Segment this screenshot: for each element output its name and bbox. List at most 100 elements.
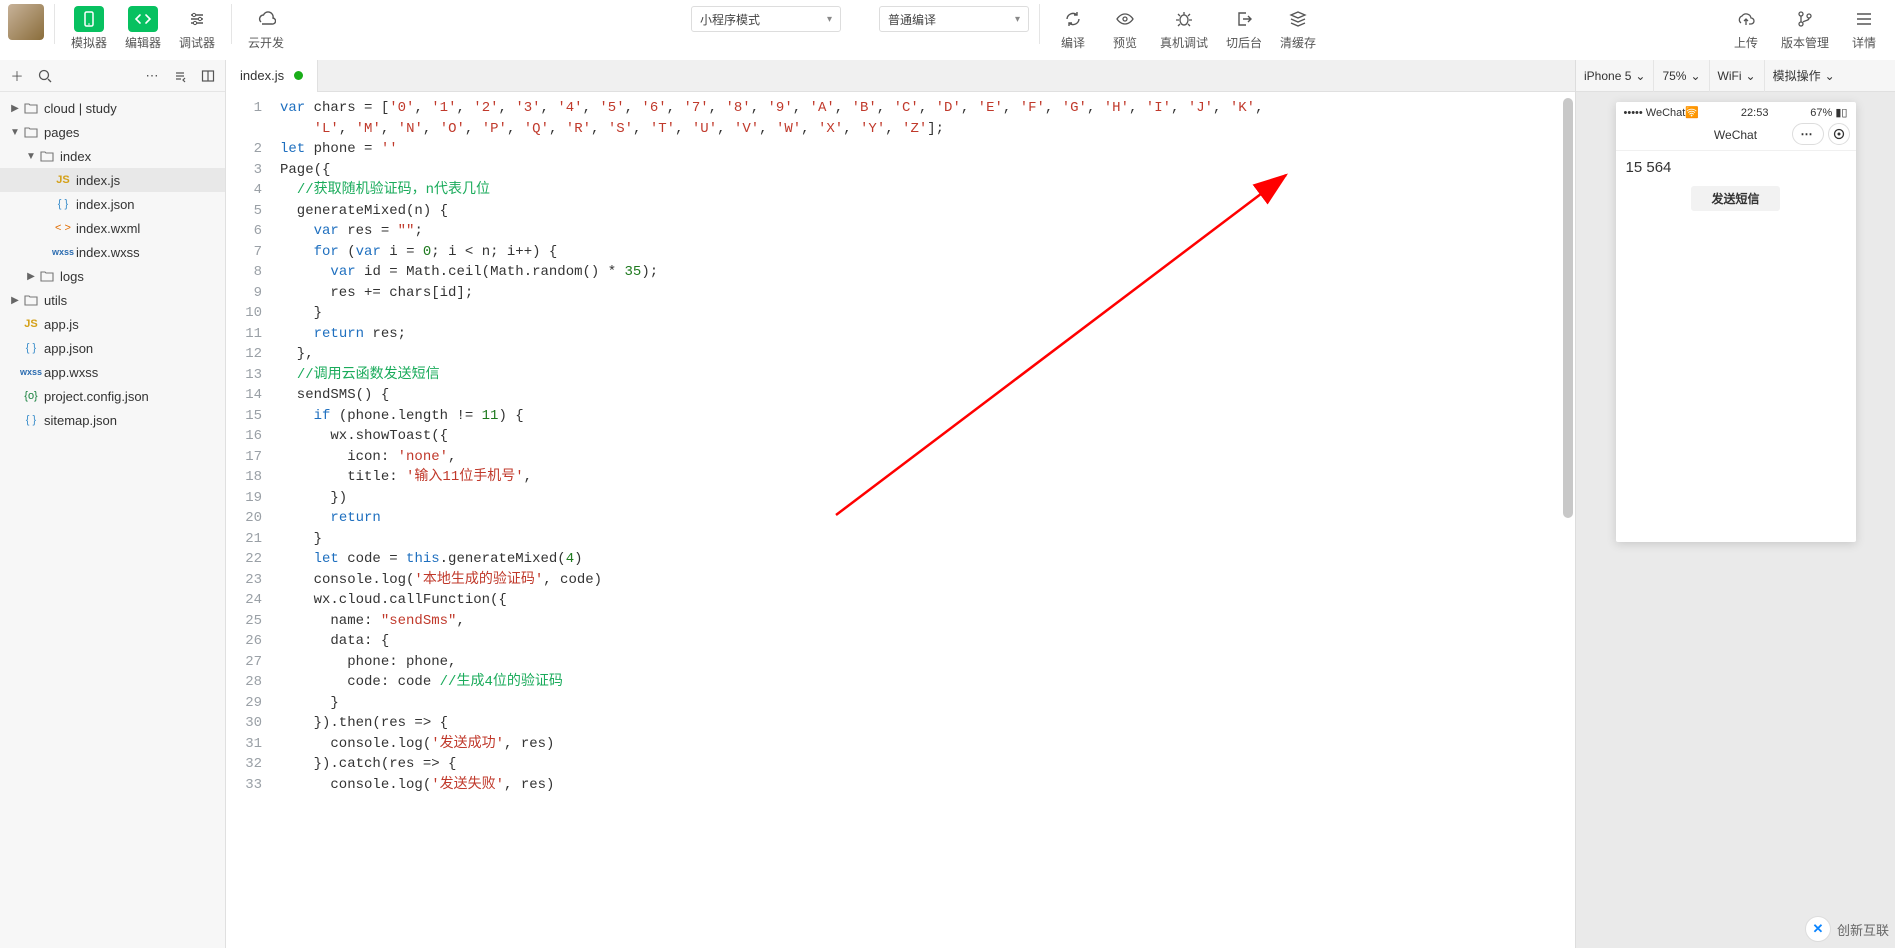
file-row[interactable]: JSapp.js xyxy=(0,312,225,336)
tree-label: app.json xyxy=(44,341,93,356)
device-select[interactable]: iPhone 5⌄ xyxy=(1576,60,1654,92)
folder-row[interactable]: ▶ utils xyxy=(0,288,225,312)
compile-button[interactable]: 编译 xyxy=(1050,4,1096,53)
phone-frame-wrap: ••••• WeChat🛜 22:53 67% ▮▯ WeChat ⋯ 15 5… xyxy=(1576,92,1895,948)
file-row[interactable]: < >index.wxml xyxy=(0,216,225,240)
file-tree[interactable]: ▶cloud | study▼pages▼indexJSindex.js{ }i… xyxy=(0,92,225,948)
refresh-icon xyxy=(1058,6,1088,32)
chevron-down-icon: ⌄ xyxy=(1635,69,1645,83)
chevron-down-icon: ⌄ xyxy=(1690,69,1700,83)
chevron-down-icon: ⌄ xyxy=(1746,69,1756,83)
simulator-pane: iPhone 5⌄ 75%⌄ WiFi⌄ 模拟操作⌄ ••••• WeChat🛜… xyxy=(1575,60,1895,948)
zoom-select[interactable]: 75%⌄ xyxy=(1654,60,1709,92)
code-source[interactable]: var chars = ['0', '1', '2', '3', '4', '5… xyxy=(272,92,1263,948)
file-row[interactable]: wxssapp.wxss xyxy=(0,360,225,384)
phone-page-body: 15 564 发送短信 xyxy=(1616,151,1856,219)
debugger-toggle-button[interactable]: 调试器 xyxy=(173,4,221,53)
twist-icon: ▼ xyxy=(24,151,38,162)
code-icon xyxy=(128,6,158,32)
cloud-upload-icon xyxy=(1731,6,1761,32)
tree-label: logs xyxy=(60,269,84,284)
chevron-down-icon: ⌄ xyxy=(1825,69,1835,83)
preview-button[interactable]: 预览 xyxy=(1102,4,1148,53)
watermark: ✕ 创新互联 xyxy=(1805,916,1889,942)
details-button[interactable]: 详情 xyxy=(1841,4,1887,53)
send-sms-button[interactable]: 发送短信 xyxy=(1691,186,1779,211)
version-button[interactable]: 版本管理 xyxy=(1775,4,1835,53)
file-row[interactable]: { }sitemap.json xyxy=(0,408,225,432)
tab-index-js[interactable]: index.js xyxy=(226,60,318,92)
more-icon[interactable]: ⋯ xyxy=(141,65,163,87)
wifi-icon: 🛜 xyxy=(1685,107,1699,119)
twist-icon: ▼ xyxy=(8,127,22,138)
collapse-icon[interactable] xyxy=(169,65,191,87)
folder-row[interactable]: ▶ logs xyxy=(0,264,225,288)
cloud-dev-button[interactable]: 云开发 xyxy=(242,4,290,53)
eye-icon xyxy=(1110,6,1140,32)
phone-nav-header: WeChat ⋯ xyxy=(1616,119,1856,151)
folder-icon xyxy=(38,150,56,162)
chevron-down-icon: ▾ xyxy=(827,14,832,25)
simulator-toggle-button[interactable]: 模拟器 xyxy=(65,4,113,53)
capsule-close-button[interactable] xyxy=(1828,123,1850,145)
compile-select[interactable]: 普通编译▾ xyxy=(879,6,1029,32)
branch-icon xyxy=(1790,6,1820,32)
tree-label: index.json xyxy=(76,197,135,212)
clear-cache-button[interactable]: 清缓存 xyxy=(1274,4,1322,53)
watermark-logo-icon: ✕ xyxy=(1805,916,1831,942)
file-row[interactable]: JSindex.js xyxy=(0,168,225,192)
modified-dot-icon xyxy=(294,71,303,80)
tree-label: index xyxy=(60,149,91,164)
search-icon[interactable] xyxy=(34,65,56,87)
file-row[interactable]: {o}project.config.json xyxy=(0,384,225,408)
code-area[interactable]: 1234567891011121314151617181920212223242… xyxy=(226,92,1575,948)
tree-label: pages xyxy=(44,125,79,140)
tree-label: index.wxml xyxy=(76,221,140,236)
phone-nav-title: WeChat xyxy=(1714,128,1757,142)
phone-frame: ••••• WeChat🛜 22:53 67% ▮▯ WeChat ⋯ 15 5… xyxy=(1616,102,1856,542)
bug-icon xyxy=(1169,6,1199,32)
file-row[interactable]: wxssindex.wxss xyxy=(0,240,225,264)
network-select[interactable]: WiFi⌄ xyxy=(1710,60,1765,92)
tree-label: cloud | study xyxy=(44,101,117,116)
phone-time: 22:53 xyxy=(1741,107,1769,119)
scrollbar-thumb[interactable] xyxy=(1563,98,1573,518)
capsule-more-button[interactable]: ⋯ xyxy=(1792,123,1824,145)
folder-icon xyxy=(38,270,56,282)
folder-icon xyxy=(22,294,40,306)
upload-button[interactable]: 上传 xyxy=(1723,4,1769,53)
twist-icon: ▶ xyxy=(8,295,22,306)
tree-label: app.wxss xyxy=(44,365,98,380)
cloud-icon xyxy=(251,6,281,32)
mode-select[interactable]: 小程序模式▾ xyxy=(691,6,841,32)
tree-label: sitemap.json xyxy=(44,413,117,428)
folder-row[interactable]: ▼ pages xyxy=(0,120,225,144)
file-row[interactable]: { }app.json xyxy=(0,336,225,360)
sliders-icon xyxy=(182,6,212,32)
tree-label: index.js xyxy=(76,173,120,188)
twist-icon: ▶ xyxy=(24,271,38,282)
phone-input-value[interactable]: 15 564 xyxy=(1626,159,1846,176)
file-row[interactable]: { }index.json xyxy=(0,192,225,216)
background-button[interactable]: 切后台 xyxy=(1220,4,1268,53)
avatar[interactable] xyxy=(8,4,44,40)
code-editor: index.js 1234567891011121314151617181920… xyxy=(226,60,1575,948)
folder-row[interactable]: ▶cloud | study xyxy=(0,96,225,120)
top-toolbar: 模拟器 编辑器 调试器 云开发 小程序模式▾ xyxy=(0,0,1895,60)
tree-label: project.config.json xyxy=(44,389,149,404)
simulator-toolbar: iPhone 5⌄ 75%⌄ WiFi⌄ 模拟操作⌄ xyxy=(1576,60,1895,92)
split-icon[interactable] xyxy=(197,65,219,87)
exit-icon xyxy=(1229,6,1259,32)
tree-label: app.js xyxy=(44,317,79,332)
sim-ops-select[interactable]: 模拟操作⌄ xyxy=(1765,60,1843,92)
app-root: 模拟器 编辑器 调试器 云开发 小程序模式▾ xyxy=(0,0,1895,948)
tree-label: utils xyxy=(44,293,67,308)
folder-row[interactable]: ▼ index xyxy=(0,144,225,168)
real-debug-button[interactable]: 真机调试 xyxy=(1154,4,1214,53)
tree-label: index.wxss xyxy=(76,245,140,260)
battery-icon: ▮▯ xyxy=(1835,107,1847,119)
add-icon[interactable]: ＋ xyxy=(6,65,28,87)
explorer-toolbar: ＋ ⋯ xyxy=(0,60,225,92)
editor-toggle-button[interactable]: 编辑器 xyxy=(119,4,167,53)
file-explorer: ＋ ⋯ ▶cloud | study▼pages▼indexJSindex.js… xyxy=(0,60,226,948)
